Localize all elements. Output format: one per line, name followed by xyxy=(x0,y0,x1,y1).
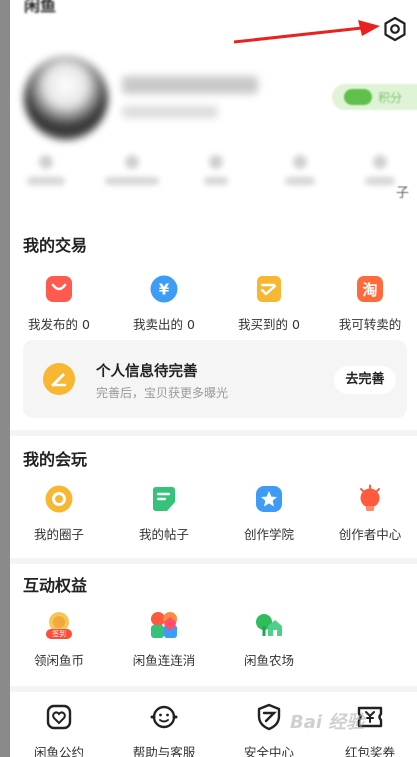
post-icon xyxy=(149,484,179,514)
trade-item-sold[interactable]: ¥ 我卖出的 0 xyxy=(114,274,214,333)
resell-icon: 淘 xyxy=(355,274,385,304)
stat-label: 子 xyxy=(396,186,410,201)
security-icon xyxy=(254,702,284,732)
farm-icon xyxy=(254,610,284,640)
play-item-academy[interactable]: 创作学院 xyxy=(219,484,319,543)
svg-text:淘: 淘 xyxy=(361,281,377,299)
rights-item-label: 领闲鱼币 xyxy=(33,653,84,668)
stat-item[interactable] xyxy=(186,155,246,199)
play-item-circles[interactable]: 我的圈子 xyxy=(10,484,109,543)
card-subtitle: 完善后，宝贝获更多曝光 xyxy=(96,386,229,400)
points-badge[interactable]: 积分 xyxy=(332,84,417,110)
service-item-label: 帮助与客服 xyxy=(132,745,196,757)
stat-item[interactable] xyxy=(16,155,76,199)
header-title: 闲鱼 xyxy=(24,0,57,15)
card-title: 个人信息待完善 xyxy=(96,364,198,380)
service-item-label: 闲鱼公约 xyxy=(33,745,84,757)
trade-section-title: 我的交易 xyxy=(23,236,88,255)
order-check-icon xyxy=(254,274,284,304)
trade-section: 我的交易 我发布的 0 ¥ 我卖出的 0 我买到的 0 淘 我可转卖的 个人信息… xyxy=(10,220,417,430)
play-item-label: 创作者中心 xyxy=(338,527,402,542)
play-item-creator-center[interactable]: 创作者中心 xyxy=(320,484,417,543)
watermark: Bai 经验 xyxy=(290,712,365,733)
rights-item-label: 闲鱼农场 xyxy=(243,653,294,668)
sign-in-badge: 签到 xyxy=(52,630,66,638)
rights-item-label: 闲鱼连连消 xyxy=(132,653,196,668)
yen-icon: ¥ xyxy=(149,274,179,304)
rights-section-title: 互动权益 xyxy=(23,576,88,595)
user-info-blurred xyxy=(122,106,218,118)
play-section-title: 我的会玩 xyxy=(23,450,88,469)
profile-header: 闲鱼 积分 子 xyxy=(10,0,417,220)
phone-screen: 闲鱼 积分 子 我的交易 我发布的 0 ¥ 我卖出的 0 我买到的 0 淘 我可… xyxy=(10,0,417,757)
service-icon xyxy=(149,702,179,732)
trade-item-label: 我买到的 0 xyxy=(238,317,300,332)
complete-profile-button[interactable]: 去完善 xyxy=(334,366,396,394)
trade-item-resellable[interactable]: 淘 我可转卖的 xyxy=(320,274,417,333)
bag-icon xyxy=(44,274,74,304)
stat-item[interactable] xyxy=(270,155,330,199)
service-item-label: 安全中心 xyxy=(243,745,294,757)
star-badge-icon xyxy=(254,484,284,514)
coin-sign-icon: 签到 xyxy=(44,610,74,640)
trade-item-label: 我可转卖的 xyxy=(338,317,402,332)
svg-text:¥: ¥ xyxy=(159,281,170,299)
stat-item[interactable] xyxy=(102,155,162,199)
trade-item-label: 我发布的 0 xyxy=(28,317,90,332)
trade-item-bought[interactable]: 我买到的 0 xyxy=(219,274,319,333)
red-arrow-annotation xyxy=(233,20,380,44)
settings-button[interactable] xyxy=(382,16,408,42)
service-item-help[interactable]: 帮助与客服 xyxy=(114,702,214,757)
play-item-label: 我的帖子 xyxy=(138,527,189,542)
rights-item-match-game[interactable]: 闲鱼连连消 xyxy=(114,610,214,669)
bulb-icon xyxy=(355,484,385,514)
match-game-icon xyxy=(149,610,179,640)
trade-item-label: 我卖出的 0 xyxy=(133,317,195,332)
rights-item-farm[interactable]: 闲鱼农场 xyxy=(219,610,319,669)
play-section: 我的会玩 我的圈子 我的帖子 创作学院 创作者中心 xyxy=(10,436,417,558)
avatar[interactable] xyxy=(24,56,108,140)
shield-heart-icon xyxy=(44,702,74,732)
play-item-label: 创作学院 xyxy=(243,527,294,542)
rights-section: 互动权益 签到 领闲鱼币 闲鱼连连消 闲鱼农场 xyxy=(10,564,417,686)
settings-icon xyxy=(384,16,406,42)
complete-profile-card[interactable]: 个人信息待完善 完善后，宝贝获更多曝光 去完善 xyxy=(23,340,407,418)
points-label: 积分 xyxy=(378,91,403,105)
username-blurred xyxy=(122,76,258,94)
service-item-label: 红包奖券 xyxy=(344,745,395,757)
trade-item-published[interactable]: 我发布的 0 xyxy=(10,274,109,333)
play-item-label: 我的圈子 xyxy=(33,527,84,542)
edit-icon xyxy=(43,363,75,395)
service-item-convention[interactable]: 闲鱼公约 xyxy=(10,702,109,757)
rights-item-coins[interactable]: 签到 领闲鱼币 xyxy=(10,610,109,669)
points-toggle-icon xyxy=(344,89,372,105)
circle-icon xyxy=(44,484,74,514)
play-item-posts[interactable]: 我的帖子 xyxy=(114,484,214,543)
